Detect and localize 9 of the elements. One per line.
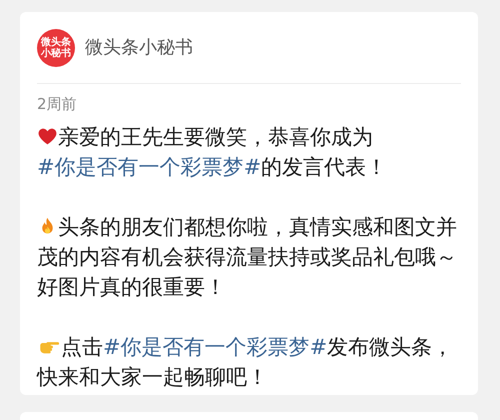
heart-icon [37, 126, 58, 147]
post-time: 2周前 [37, 94, 77, 114]
post-paragraph: 头条的朋友们都想你啦，真情实感和图文并茂的内容有机会获得流量扶持或奖品礼包哦～好图片真的很重要！ [37, 214, 458, 301]
author-name[interactable]: 微头条小秘书 [85, 34, 193, 61]
hashtag-link[interactable]: #你是否有一个彩票梦# [103, 335, 328, 359]
post-paragraph: 点击#你是否有一个彩票梦#发布微头条，快来和大家一起畅聊吧！ [37, 334, 454, 391]
post-paragraph: 亲爱的王先生要微笑，恭喜你成为 #你是否有一个彩票梦#的发言代表！ [37, 124, 388, 181]
hashtag-link[interactable]: #你是否有一个彩票梦# [37, 155, 262, 179]
avatar-logo[interactable]: 微头条 小秘书 [37, 28, 75, 66]
